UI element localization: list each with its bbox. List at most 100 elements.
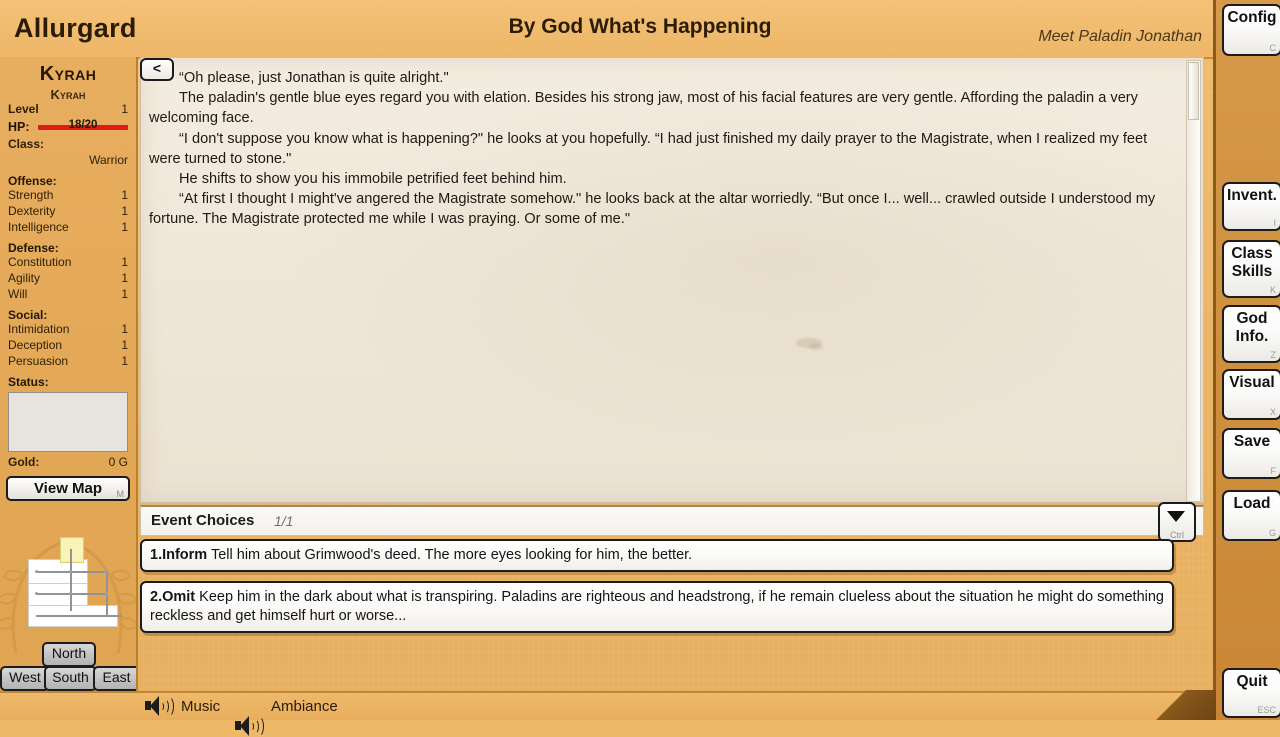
config-button[interactable]: Config C: [1222, 4, 1280, 56]
minimap-node: [35, 570, 38, 573]
level-row: Level 1: [0, 102, 136, 118]
minimap-current-room: [60, 537, 84, 563]
gold-row: Gold: 0 G: [0, 455, 136, 471]
story-paragraph: “Oh please, just Jonathan is quite alrig…: [179, 70, 449, 86]
menu-button-label: Visual: [1229, 374, 1275, 391]
stat-label: Agility: [8, 271, 41, 285]
stat-label: Intelligence: [8, 220, 69, 234]
quit-button[interactable]: Quit ESC: [1222, 668, 1280, 718]
class-skills-button[interactable]: Class Skills K: [1222, 240, 1280, 298]
character-subname: Kyrah: [50, 87, 86, 102]
save-button[interactable]: Save F: [1222, 428, 1280, 479]
move-south-button[interactable]: South: [44, 666, 97, 691]
menu-button-shortcut: X: [1269, 407, 1276, 417]
music-label[interactable]: Music: [181, 698, 220, 715]
menu-button-label: Load: [1233, 495, 1271, 512]
stat-value: 1: [121, 354, 128, 368]
move-west-button[interactable]: West: [0, 666, 50, 691]
stat-row-intelligence: Intelligence 1: [0, 220, 136, 236]
minimap-node: [35, 592, 38, 595]
main-content: “Oh please, just Jonathan is quite alrig…: [136, 57, 1216, 693]
minimap-corridor: [36, 615, 122, 617]
gold-value: 0 G: [108, 455, 128, 469]
game-window: Allurgard By God What's Happening Meet P…: [0, 0, 1280, 737]
minimap-node: [69, 592, 72, 595]
status-box: [8, 392, 128, 452]
story-paragraph: “I don't suppose you know what is happen…: [149, 130, 1148, 167]
stat-label: Strength: [8, 188, 54, 202]
menu-button-shortcut: G: [1268, 528, 1276, 538]
choice-key: 2.Omit: [150, 589, 196, 605]
story-scrollbar[interactable]: [1186, 60, 1201, 502]
stat-label: Will: [8, 287, 28, 301]
scrollbar-thumb[interactable]: [1188, 62, 1199, 120]
level-value: 1: [121, 102, 128, 116]
minimap[interactable]: [14, 535, 126, 645]
menu-button-label: Config: [1227, 9, 1277, 26]
menu-sidebar: Config C Invent. I Class Skills K God In…: [1213, 0, 1280, 720]
header-bar: Allurgard By God What's Happening Meet P…: [0, 0, 1280, 59]
move-north-button[interactable]: North: [42, 642, 96, 667]
level-label: Level: [8, 102, 39, 116]
class-row: Class:: [0, 137, 136, 153]
event-choices-bar: Event Choices 1/1 Ctrl: [140, 502, 1204, 542]
back-button[interactable]: <: [140, 58, 174, 81]
stat-label: Deception: [8, 338, 63, 352]
footer-corner-decoration: [1136, 690, 1216, 720]
stat-row-strength: Strength 1: [0, 188, 136, 204]
inventory-button[interactable]: Invent. I: [1222, 182, 1280, 231]
stat-row-will: Will 1: [0, 287, 136, 303]
move-east-button[interactable]: East: [93, 666, 136, 691]
class-value-row: Warrior: [0, 153, 136, 169]
stat-label: Persuasion: [8, 354, 69, 368]
event-choice-2[interactable]: 2.Omit Keep him in the dark about what i…: [140, 581, 1174, 633]
paper-stain: [809, 344, 823, 350]
chevron-down-icon: [1167, 511, 1185, 522]
menu-button-label: Quit: [1236, 673, 1268, 690]
group-title-offense: Offense:: [8, 174, 57, 188]
class-label: Class:: [8, 137, 45, 151]
stat-value: 1: [121, 271, 128, 285]
story-text: “Oh please, just Jonathan is quite alrig…: [149, 68, 1179, 230]
stat-label: Constitution: [8, 255, 72, 269]
minimap-corridor: [36, 571, 108, 573]
stat-value: 1: [121, 255, 128, 269]
view-map-button[interactable]: View Map M: [6, 476, 130, 501]
music-speaker-icon[interactable]: [145, 696, 174, 717]
view-map-label: View Map: [33, 480, 103, 497]
minimap-node: [105, 570, 108, 573]
stat-row-persuasion: Persuasion 1: [0, 354, 136, 370]
choice-key: 1.Inform: [150, 547, 208, 563]
menu-button-shortcut: C: [1269, 43, 1277, 53]
minimap-corridor: [70, 549, 72, 611]
ambiance-speaker-icon[interactable]: [235, 716, 264, 737]
group-title-defense: Defense:: [8, 241, 59, 255]
character-sidebar: Kyrah Kyrah Level 1 HP: 18/20 Class: War…: [0, 57, 138, 693]
ctrl-skip-button[interactable]: Ctrl: [1158, 502, 1196, 542]
status-label: Status:: [8, 375, 49, 389]
stat-row-deception: Deception 1: [0, 338, 136, 354]
stat-value: 1: [121, 338, 128, 352]
hp-row: HP: 18/20: [0, 119, 136, 137]
event-choice-1[interactable]: 1.Inform Tell him about Grimwood's deed.…: [140, 539, 1174, 572]
gold-label: Gold:: [8, 455, 40, 469]
visual-button[interactable]: Visual X: [1222, 369, 1280, 420]
load-button[interactable]: Load G: [1222, 490, 1280, 541]
choice-text: Tell him about Grimwood's deed. The more…: [207, 547, 693, 563]
stat-row-agility: Agility 1: [0, 271, 136, 287]
stat-value: 1: [121, 204, 128, 218]
stat-row-intimidation: Intimidation 1: [0, 322, 136, 338]
menu-button-label: Class Skills: [1231, 245, 1273, 280]
story-text-panel: “Oh please, just Jonathan is quite alrig…: [140, 57, 1204, 503]
hp-value: 18/20: [68, 119, 98, 131]
group-title-social: Social:: [8, 308, 48, 322]
event-choices-count: 1/1: [274, 513, 294, 529]
menu-button-shortcut: K: [1269, 285, 1276, 295]
menu-button-shortcut: ESC: [1257, 705, 1276, 715]
ambiance-label[interactable]: Ambiance: [271, 698, 338, 715]
minimap-cell: [28, 583, 88, 607]
minimap-node: [69, 570, 72, 573]
god-info-button[interactable]: God Info. Z: [1222, 305, 1280, 363]
event-choices-title: Event Choices: [151, 512, 255, 529]
stat-label: Dexterity: [8, 204, 56, 218]
